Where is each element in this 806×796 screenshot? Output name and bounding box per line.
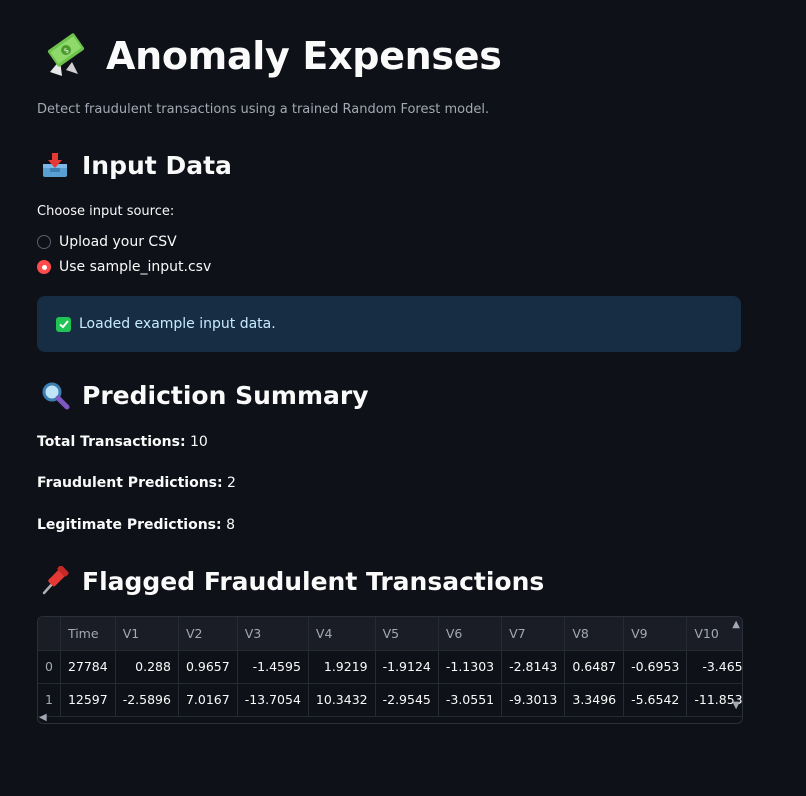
table-cell[interactable]: 0.288 — [115, 650, 179, 684]
scroll-left-icon[interactable]: ◀ — [39, 712, 47, 723]
table-cell[interactable]: 1.9219 — [308, 650, 376, 684]
prediction-summary-heading: Prediction Summary — [40, 380, 369, 410]
success-message: Loaded example input data. — [79, 316, 276, 332]
row-index: 0 — [38, 650, 61, 684]
column-header[interactable]: Time — [60, 617, 116, 651]
inbox-tray-icon — [40, 150, 70, 180]
title-row: $ Anomaly Expenses — [42, 32, 502, 80]
stat-label: Total Transactions: — [37, 434, 186, 450]
page-title: Anomaly Expenses — [106, 34, 502, 78]
column-header[interactable]: V1 — [115, 617, 179, 651]
column-header[interactable]: V7 — [501, 617, 566, 651]
table-cell[interactable]: 27784 — [60, 650, 116, 684]
money-with-wings-icon: $ — [42, 32, 90, 80]
scroll-down-icon[interactable]: ▼ — [732, 700, 740, 711]
input-data-heading: Input Data — [40, 150, 232, 180]
table-cell[interactable]: -2.8143 — [501, 650, 566, 684]
stat-value: 8 — [226, 517, 235, 533]
app-page: $ Anomaly Expenses Detect fraudulent tra… — [0, 0, 806, 796]
page-subtitle: Detect fraudulent transactions using a t… — [37, 102, 490, 117]
table-cell[interactable]: -1.9124 — [375, 650, 439, 684]
flagged-transactions-table[interactable]: Time V1 V2 V3 V4 V5 V6 V7 V8 V9 V10 0 27… — [37, 616, 743, 724]
stat-legitimate-predictions: Legitimate Predictions: 8 — [37, 517, 235, 533]
horizontal-scrollbar[interactable]: ◀ — [38, 711, 742, 723]
radio-label: Use sample_input.csv — [59, 259, 212, 275]
column-header[interactable]: V6 — [438, 617, 503, 651]
table-cell[interactable]: -1.4595 — [237, 650, 309, 684]
stat-value: 10 — [190, 434, 208, 450]
column-header[interactable]: V3 — [237, 617, 309, 651]
radio-use-sample[interactable]: Use sample_input.csv — [37, 259, 211, 275]
column-header[interactable]: V4 — [308, 617, 376, 651]
input-source-label: Choose input source: — [37, 204, 175, 219]
check-mark-icon — [56, 316, 71, 332]
table-cell[interactable]: -1.1303 — [438, 650, 503, 684]
column-header[interactable]: V8 — [564, 617, 625, 651]
stat-label: Legitimate Predictions: — [37, 517, 222, 533]
pushpin-icon — [40, 565, 70, 596]
table-row[interactable]: 0 27784 0.288 0.9657 -1.4595 1.9219 -1.9… — [38, 650, 742, 684]
success-alert: Loaded example input data. — [37, 296, 741, 352]
radio-button-selected[interactable] — [37, 260, 51, 274]
stat-value: 2 — [227, 475, 236, 491]
column-header[interactable]: V2 — [178, 617, 238, 651]
table-cell[interactable]: 0.6487 — [564, 650, 625, 684]
flagged-transactions-heading-text: Flagged Fraudulent Transactions — [82, 566, 545, 596]
stat-fraudulent-predictions: Fraudulent Predictions: 2 — [37, 475, 236, 491]
column-header[interactable]: V9 — [623, 617, 688, 651]
stat-label: Fraudulent Predictions: — [37, 475, 223, 491]
magnifying-glass-icon — [40, 380, 70, 410]
scroll-up-icon[interactable]: ▲ — [732, 619, 740, 630]
table-header-row: Time V1 V2 V3 V4 V5 V6 V7 V8 V9 V10 — [38, 617, 742, 651]
column-header-index[interactable] — [38, 617, 61, 651]
input-data-heading-text: Input Data — [82, 150, 232, 180]
flagged-transactions-heading: Flagged Fraudulent Transactions — [40, 565, 545, 596]
prediction-summary-heading-text: Prediction Summary — [82, 380, 369, 410]
stat-total-transactions: Total Transactions: 10 — [37, 434, 208, 450]
table-cell[interactable]: -3.4657 — [686, 650, 742, 684]
column-header[interactable]: V5 — [375, 617, 439, 651]
table-cell[interactable]: 0.9657 — [178, 650, 238, 684]
radio-label: Upload your CSV — [59, 234, 177, 250]
radio-upload-csv[interactable]: Upload your CSV — [37, 234, 177, 250]
radio-button[interactable] — [37, 235, 51, 249]
table-cell[interactable]: -0.6953 — [623, 650, 688, 684]
